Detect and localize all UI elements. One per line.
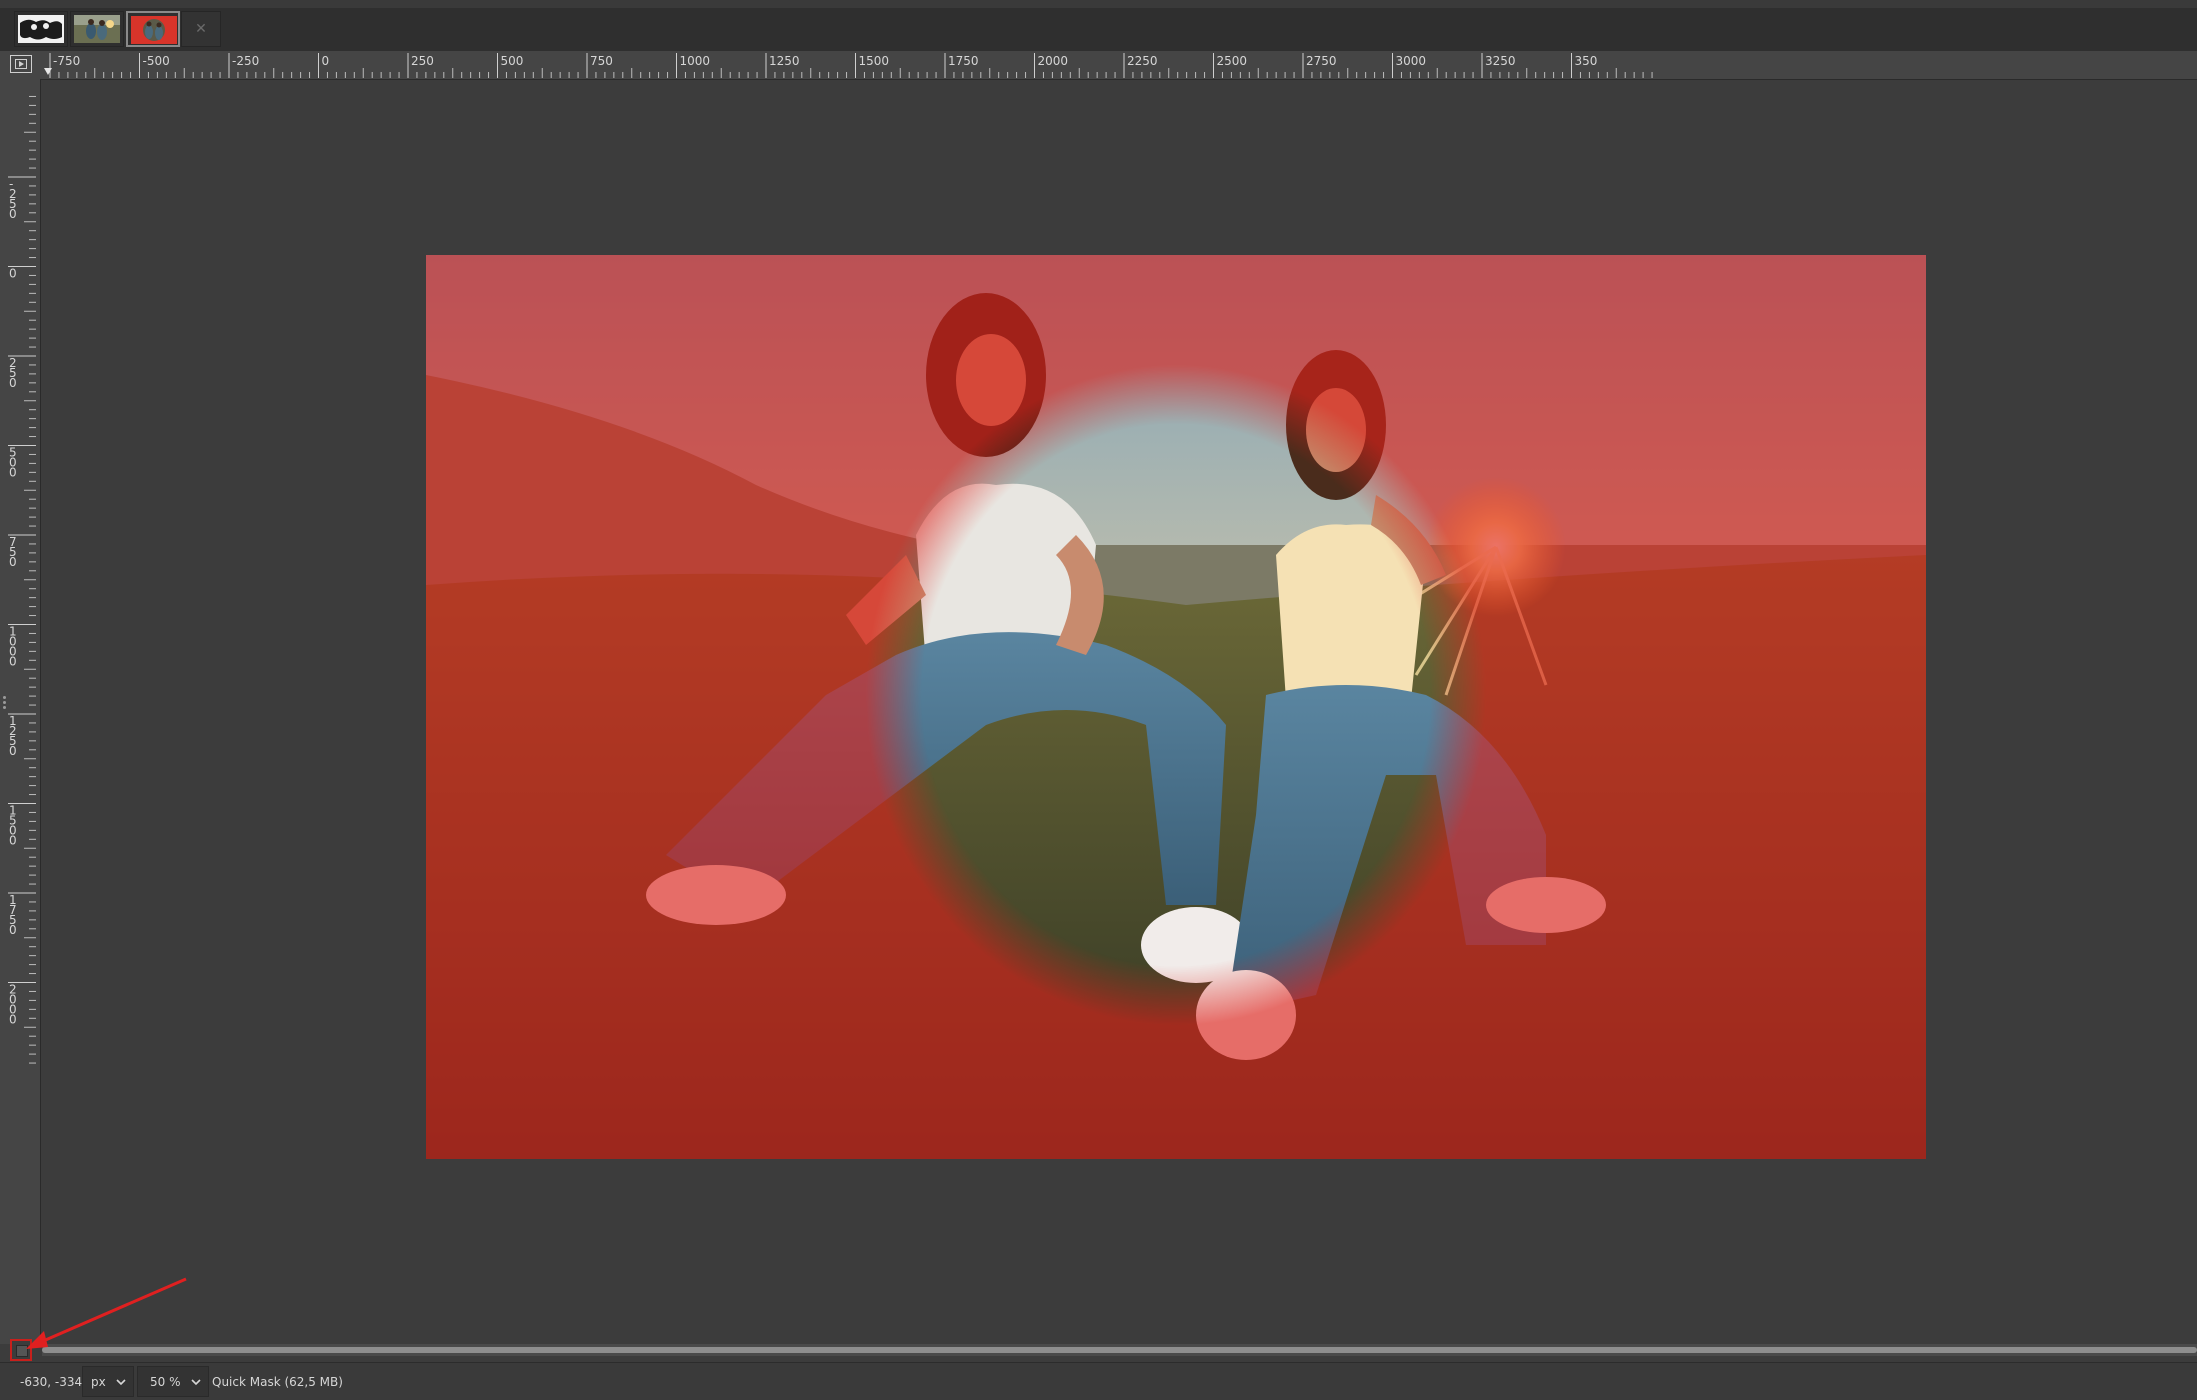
zoom-value: 50 % [150,1374,181,1389]
status-info: Quick Mask (62,5 MB) [212,1374,343,1389]
ruler-label: 1250 [769,54,800,68]
ruler-label: 750 [590,54,613,68]
navigate-icon[interactable] [10,55,32,73]
ruler-label: 250 [411,54,434,68]
tab-image-3[interactable] [126,11,180,47]
image-thumbnail [18,15,64,43]
dock-handle-icon[interactable] [3,696,6,710]
image-tab-bar: ✕ [0,0,2197,52]
horizontal-ruler[interactable]: -750 -500 -250 0 250 500 750 1000 1250 1500 1750 20… [42,51,2197,80]
pointer-coordinates: -630, -334 [20,1374,83,1389]
annotation-arrow-icon [26,1277,187,1349]
ruler-label: -250 [9,177,17,221]
unit-select[interactable]: px [82,1366,134,1397]
ruler-label: 3000 [1396,54,1427,68]
horizontal-ruler-scale: -750 -500 -250 0 250 500 750 1000 1250 1500 1750 20… [44,53,1653,78]
ruler-label: 500 [9,446,17,480]
ruler-label: 2000 [1038,54,1069,68]
tab-image-1[interactable] [14,11,68,47]
photo-quick-mask-view [426,255,1926,1159]
ruler-label: 500 [501,54,524,68]
ruler-label: 250 [9,356,17,390]
horizontal-scrollbar[interactable] [42,1344,2197,1356]
canvas-image[interactable] [426,255,1926,1159]
scrollbar-thumb[interactable] [42,1347,2197,1353]
unit-value: px [91,1374,106,1389]
ruler-label: 0 [322,54,330,68]
ruler-label: 350 [1575,54,1598,68]
ruler-label: 1500 [859,54,890,68]
ruler-label: -500 [143,54,170,68]
ruler-label: 750 [9,535,17,569]
image-thumbnail [131,16,177,44]
tab-image-2[interactable] [70,11,124,47]
ruler-label: 1750 [948,54,979,68]
zoom-select[interactable]: 50 % [137,1366,209,1397]
vertical-ruler-scale: -2 5 0 0 2 5 0 5 0 0 7 5 0 1 0 0 0 1 2 5 0 1 5 0 0 1 7 5 0 2 0 0 0 [8,95,36,1064]
ruler-label: -750 [53,54,80,68]
play-triangle-icon [15,59,27,69]
tab-bar-top-strip [0,0,2197,8]
ruler-pointer-marker [44,68,52,75]
image-thumbnail [74,15,120,43]
status-bar: -630, -334 px 50 % Quick Mask (62,5 MB) [0,1362,2197,1400]
ruler-label: 2000 [9,983,17,1027]
ruler-label: 1000 [680,54,711,68]
ruler-label: 0 [9,267,17,281]
ruler-label: 2250 [1127,54,1158,68]
chevron-down-icon [116,1379,126,1386]
ruler-label: 2750 [1306,54,1337,68]
ruler-label: 1250 [9,714,17,758]
ruler-label: 2500 [1217,54,1248,68]
chevron-down-icon [191,1379,201,1386]
ruler-label: 3250 [1485,54,1516,68]
ruler-label: 1000 [9,625,17,669]
ruler-label: 1500 [9,804,17,848]
close-icon[interactable]: ✕ [181,11,221,47]
vertical-ruler[interactable]: -2 5 0 0 2 5 0 5 0 0 7 5 0 1 0 0 0 1 2 5 0 1 5 0 0 1 7 5 0 2 0 0 0 [0,79,41,1344]
ruler-label: 1750 [9,893,17,937]
ruler-label: -250 [232,54,259,68]
